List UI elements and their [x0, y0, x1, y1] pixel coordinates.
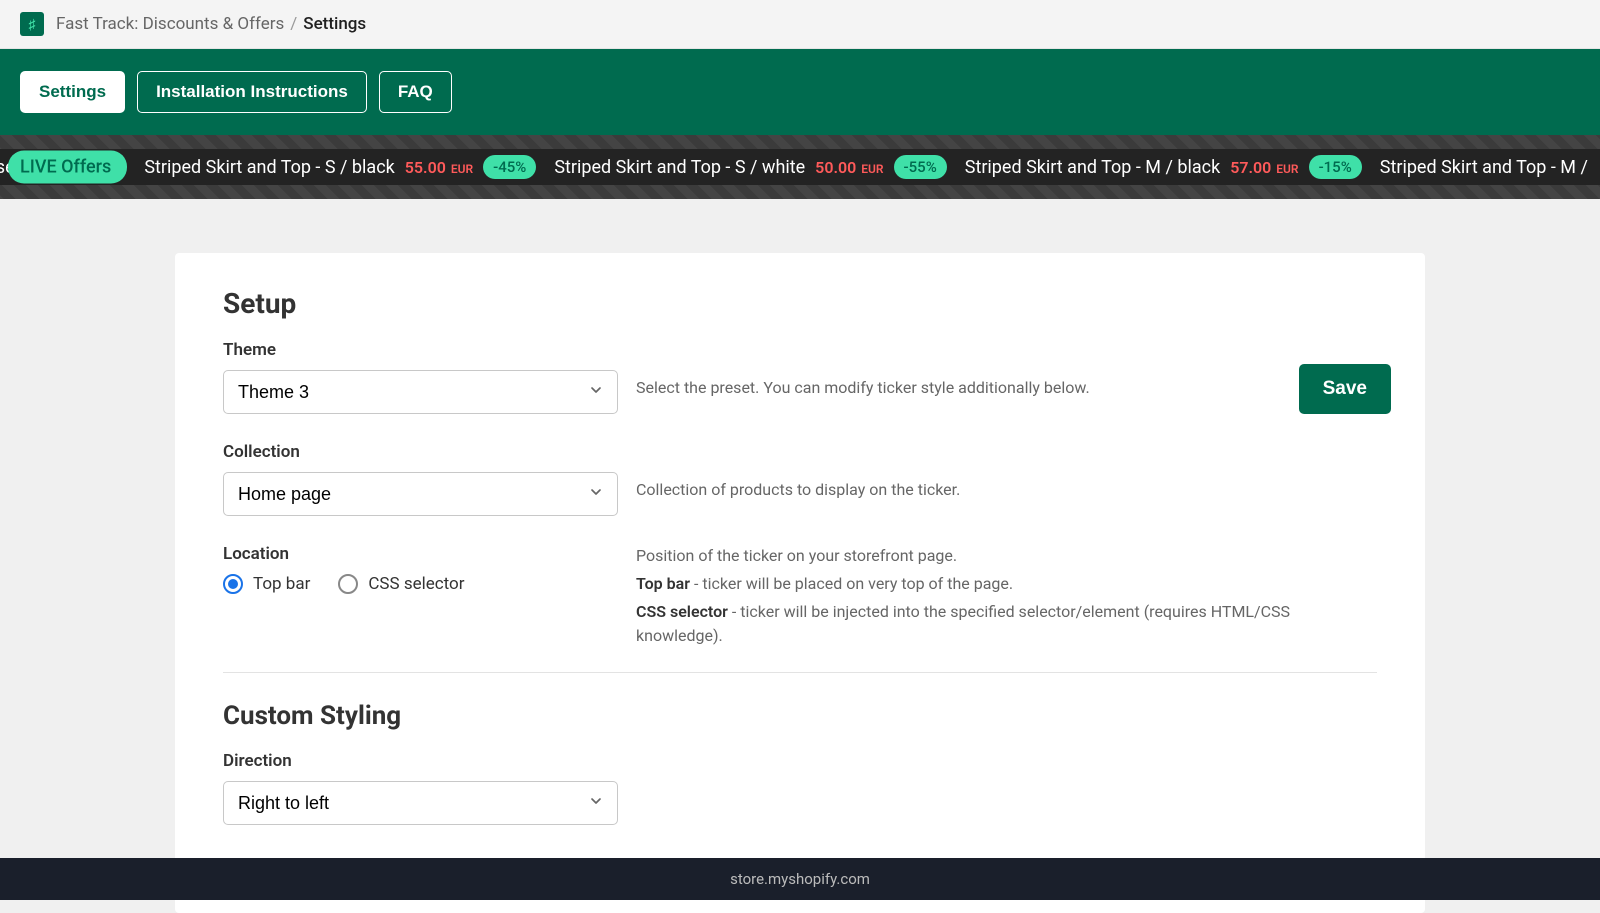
ticker-preview: LIVE Offers Blouse50.00 EUR—Striped Skir… [0, 135, 1600, 199]
live-offers-badge: LIVE Offers [8, 151, 127, 184]
breadcrumb-app[interactable]: Fast Track: Discounts & Offers [56, 14, 284, 34]
field-location: Location Top bar CSS selector Position o… [223, 544, 1377, 652]
ticker-item-name: Striped Skirt and Top - M / [1380, 157, 1588, 178]
ticker-item-price: 57.00 EUR [1230, 158, 1298, 177]
collection-select[interactable]: Home page [223, 472, 618, 516]
location-label: Location [223, 544, 618, 564]
ticker-item-name: Striped Skirt and Top - S / white [554, 157, 805, 178]
main-nav: Settings Installation Instructions FAQ [0, 49, 1600, 135]
section-title-setup: Setup [223, 287, 1377, 320]
ticker-item-discount: -45% [483, 155, 536, 179]
location-help-css: CSS selector - ticker will be injected i… [636, 600, 1377, 648]
footer-domain-bar: store.myshopify.com [0, 858, 1600, 900]
ticker-item-price: 55.00 EUR [405, 158, 473, 177]
location-radio-group: Top bar CSS selector [223, 574, 618, 594]
app-logo-icon: ♯ [20, 12, 44, 36]
direction-label: Direction [223, 751, 618, 771]
ticker-item-name: Striped Skirt and Top - M / black [965, 157, 1220, 178]
location-help-intro: Position of the ticker on your storefron… [636, 544, 1377, 568]
ticker-strip: Blouse50.00 EUR—Striped Skirt and Top - … [0, 149, 1600, 185]
collection-help: Collection of products to display on the… [636, 442, 1377, 499]
radio-topbar[interactable]: Top bar [223, 574, 310, 594]
direction-select[interactable]: Right to left [223, 781, 618, 825]
ticker-item-name: Striped Skirt and Top - S / black [144, 157, 394, 178]
breadcrumb-current: Settings [303, 14, 366, 34]
ticker-item: Striped Skirt and Top - S / white 50.00 E… [554, 155, 946, 179]
radio-css-label: CSS selector [368, 574, 464, 594]
settings-card: Setup Theme Theme 3 Select the preset. Y… [175, 253, 1425, 913]
radio-css-selector[interactable]: CSS selector [338, 574, 464, 594]
ticker-item-price: 50.00 EUR [815, 158, 883, 177]
field-theme: Theme Theme 3 Select the preset. You can… [223, 340, 1377, 414]
footer-domain: store.myshopify.com [730, 870, 870, 888]
breadcrumb-separator: / [290, 14, 297, 34]
theme-label: Theme [223, 340, 618, 360]
section-divider [223, 672, 1377, 673]
field-direction: Direction Right to left [223, 751, 1377, 825]
radio-checked-icon [223, 574, 243, 594]
location-help: Position of the ticker on your storefron… [636, 544, 1377, 652]
breadcrumb: ♯ Fast Track: Discounts & Offers / Setti… [0, 0, 1600, 49]
theme-select[interactable]: Theme 3 [223, 370, 618, 414]
field-collection: Collection Home page Collection of produ… [223, 442, 1377, 516]
tab-settings[interactable]: Settings [20, 71, 125, 113]
collection-label: Collection [223, 442, 618, 462]
ticker-item-discount: -55% [894, 155, 947, 179]
location-help-topbar: Top bar - ticker will be placed on very … [636, 572, 1377, 596]
ticker-item: Striped Skirt and Top - M / black 57.00 E… [965, 155, 1362, 179]
tab-install-instructions[interactable]: Installation Instructions [137, 71, 367, 113]
ticker-item: Striped Skirt and Top - S / black 55.00 E… [144, 155, 536, 179]
save-button[interactable]: Save [1299, 364, 1391, 414]
section-title-styling: Custom Styling [223, 701, 1377, 731]
theme-help: Select the preset. You can modify ticker… [636, 340, 1377, 397]
tab-faq[interactable]: FAQ [379, 71, 452, 113]
radio-unchecked-icon [338, 574, 358, 594]
radio-topbar-label: Top bar [253, 574, 310, 594]
ticker-item-discount: -15% [1309, 155, 1362, 179]
ticker-item: Striped Skirt and Top - M / [1380, 157, 1588, 178]
